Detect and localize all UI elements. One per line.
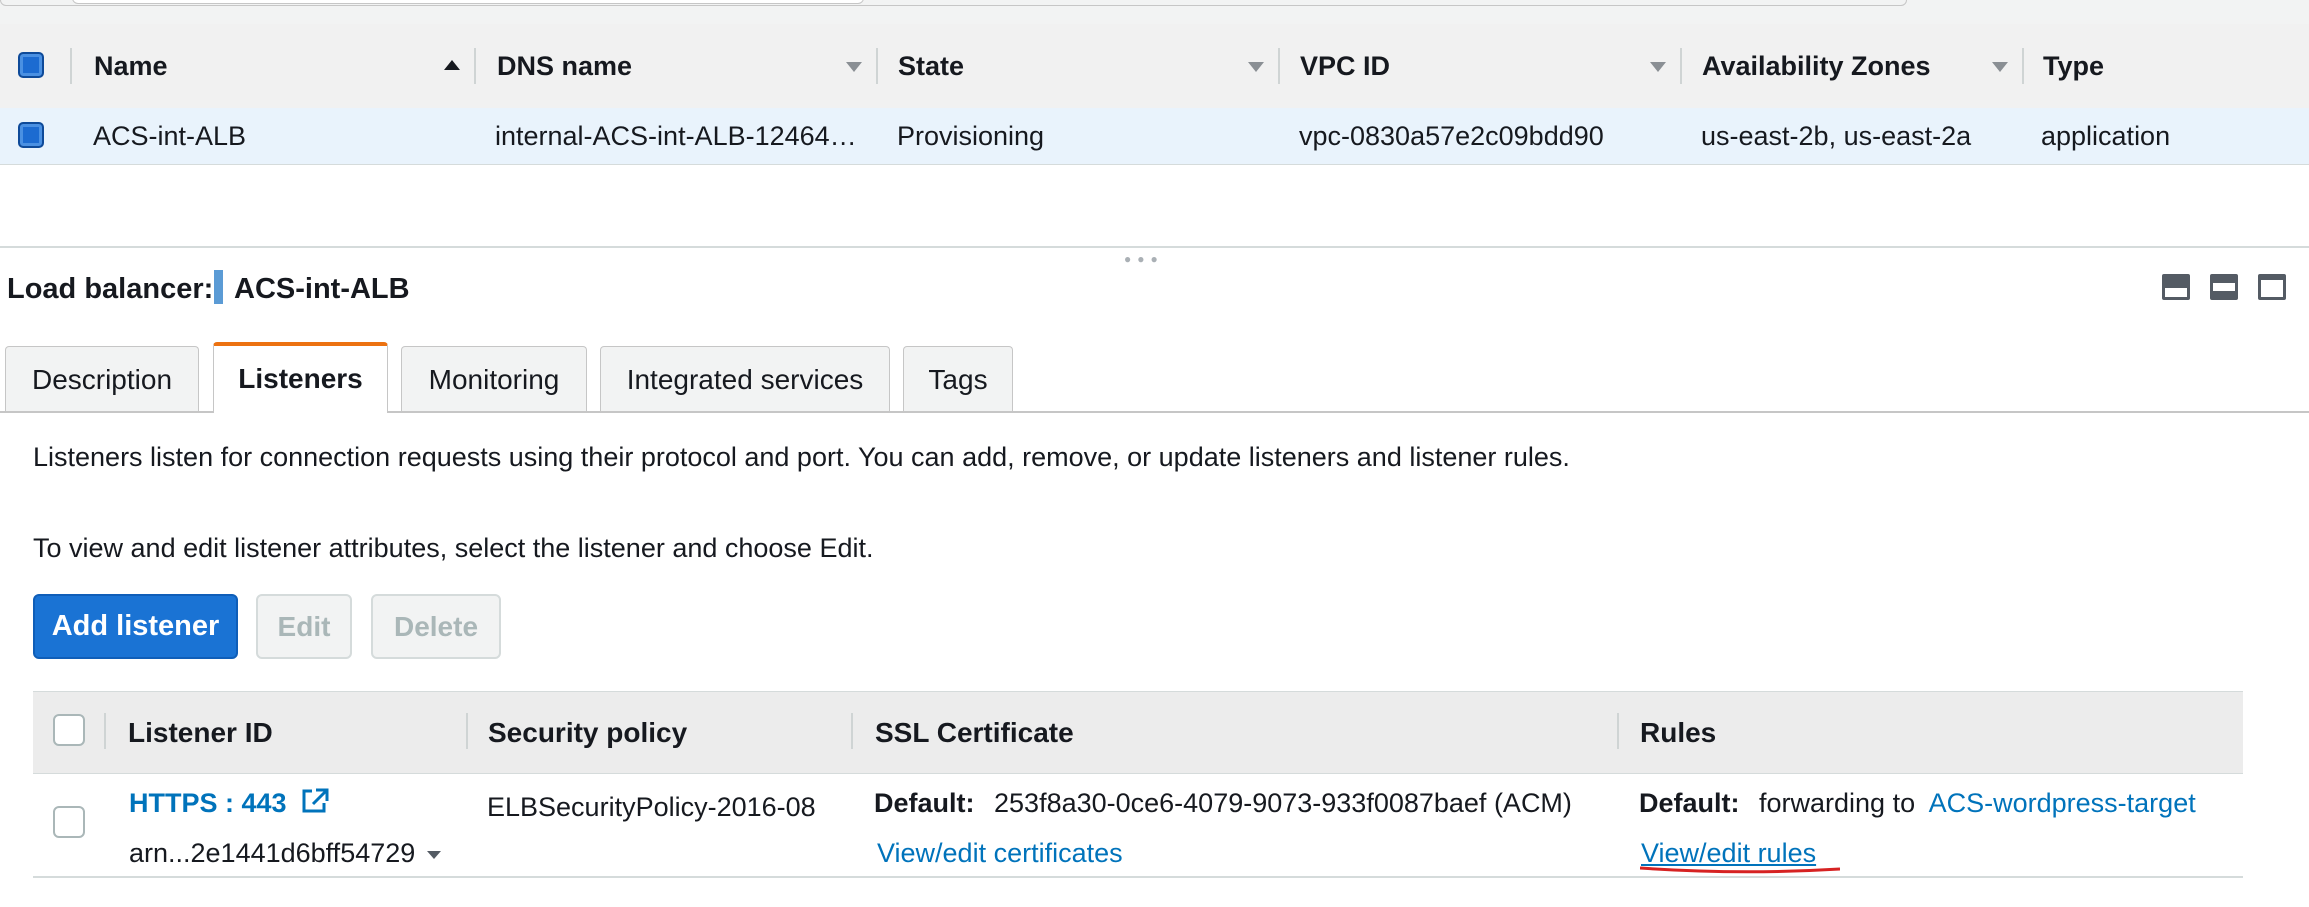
edit-button[interactable]: Edit xyxy=(256,594,352,659)
ssl-default-label: Default: xyxy=(874,788,975,818)
external-link-icon[interactable] xyxy=(300,787,330,815)
drag-handle-icon[interactable]: ●●● xyxy=(1124,252,1164,266)
view-edit-rules-link[interactable]: View/edit rules xyxy=(1641,836,1816,870)
listeners-description: Listeners listen for connection requests… xyxy=(33,442,1570,472)
listeners-edit-hint: To view and edit listener attributes, se… xyxy=(33,533,874,563)
view-edit-certificates-link[interactable]: View/edit certificates xyxy=(877,836,1123,870)
lb-name-cell: ACS-int-ALB xyxy=(93,121,247,151)
column-divider xyxy=(70,48,72,84)
column-divider[interactable] xyxy=(1680,48,1682,84)
sort-desc-icon[interactable] xyxy=(1650,62,1666,72)
sort-desc-icon[interactable] xyxy=(1992,62,2008,72)
select-all-checkbox[interactable] xyxy=(18,52,44,78)
split-pane-divider[interactable] xyxy=(0,246,2309,248)
rules-default-label: Default: xyxy=(1639,788,1740,818)
row-checkbox[interactable] xyxy=(18,122,44,148)
load-balancers-table-header xyxy=(0,24,2309,109)
sort-asc-icon[interactable] xyxy=(444,60,460,70)
rules-cell: Default: forwarding to ACS-wordpress-tar… xyxy=(1639,786,2196,820)
column-header-listener-id: Listener ID xyxy=(128,717,273,748)
column-divider[interactable] xyxy=(474,48,476,84)
column-divider[interactable] xyxy=(876,48,878,84)
details-lb-name: ACS-int-ALB xyxy=(234,273,410,305)
tab-listeners[interactable]: Listeners xyxy=(213,342,388,413)
column-header-availability-zones[interactable]: Availability Zones xyxy=(1702,50,1931,82)
lb-availability-zones-cell: us-east-2b, us-east-2a xyxy=(1701,121,1972,151)
column-header-vpc-id[interactable]: VPC ID xyxy=(1300,50,1390,82)
column-header-rules: Rules xyxy=(1640,717,1717,748)
ssl-certificate-value: 253f8a30-0ce6-4079-9073-933f0087baef (AC… xyxy=(994,788,1572,818)
sort-desc-icon[interactable] xyxy=(1248,62,1264,72)
panel-bottom-icon[interactable] xyxy=(2162,274,2190,300)
rules-forwarding-text: forwarding to xyxy=(1759,788,1916,818)
column-header-state[interactable]: State xyxy=(898,50,964,82)
filter-search-inner[interactable] xyxy=(72,0,864,4)
column-header-type[interactable]: Type xyxy=(2043,50,2104,82)
lb-vpc-id-cell: vpc-0830a57e2c09bdd90 xyxy=(1299,121,1604,151)
caret-down-icon[interactable] xyxy=(426,850,441,859)
add-listener-button[interactable]: Add listener xyxy=(33,594,238,659)
column-header-security-policy: Security policy xyxy=(488,717,688,748)
listener-arn-text[interactable]: arn...2e1441d6bff54729 xyxy=(129,838,415,868)
ssl-certificate-cell: Default: 253f8a30-0ce6-4079-9073-933f008… xyxy=(874,786,1572,820)
active-tab-gap xyxy=(214,408,387,414)
lb-dns-name-cell: internal-ACS-int-ALB-12464… xyxy=(495,121,857,151)
listener-row-checkbox[interactable] xyxy=(53,806,85,838)
lb-type-cell: application xyxy=(2041,121,2171,151)
tab-monitoring[interactable]: Monitoring xyxy=(401,346,587,412)
tab-tags[interactable]: Tags xyxy=(903,346,1013,412)
column-divider xyxy=(851,713,853,749)
sort-desc-icon[interactable] xyxy=(846,62,862,72)
details-label: Load balancer: xyxy=(7,273,214,305)
column-header-name[interactable]: Name xyxy=(94,50,168,82)
listener-id-link[interactable]: HTTPS : 443 xyxy=(129,786,330,820)
delete-button[interactable]: Delete xyxy=(371,594,501,659)
tab-integrated-services[interactable]: Integrated services xyxy=(600,346,890,412)
selection-color-bar xyxy=(214,270,223,304)
security-policy-cell: ELBSecurityPolicy-2016-08 xyxy=(487,792,816,822)
listener-row-border xyxy=(33,876,2243,878)
listeners-table-header xyxy=(33,691,2243,774)
column-divider xyxy=(1617,713,1619,749)
lb-state-cell: Provisioning xyxy=(897,121,1045,151)
column-divider[interactable] xyxy=(1278,48,1280,84)
tab-description[interactable]: Description xyxy=(5,346,199,412)
target-group-link[interactable]: ACS-wordpress-target xyxy=(1929,788,2196,818)
column-divider xyxy=(104,713,106,749)
column-divider[interactable] xyxy=(2022,48,2024,84)
column-header-dns-name[interactable]: DNS name xyxy=(497,50,632,82)
column-divider xyxy=(466,713,468,749)
listener-id-text[interactable]: HTTPS : 443 xyxy=(129,788,287,818)
red-annotation-underline xyxy=(1640,866,1840,874)
panel-half-icon[interactable] xyxy=(2210,274,2238,300)
column-header-ssl-certificate: SSL Certificate xyxy=(875,717,1074,748)
listener-arn[interactable]: arn...2e1441d6bff54729 xyxy=(129,836,441,870)
select-all-listeners-checkbox[interactable] xyxy=(53,714,85,746)
panel-full-icon[interactable] xyxy=(2258,274,2286,300)
